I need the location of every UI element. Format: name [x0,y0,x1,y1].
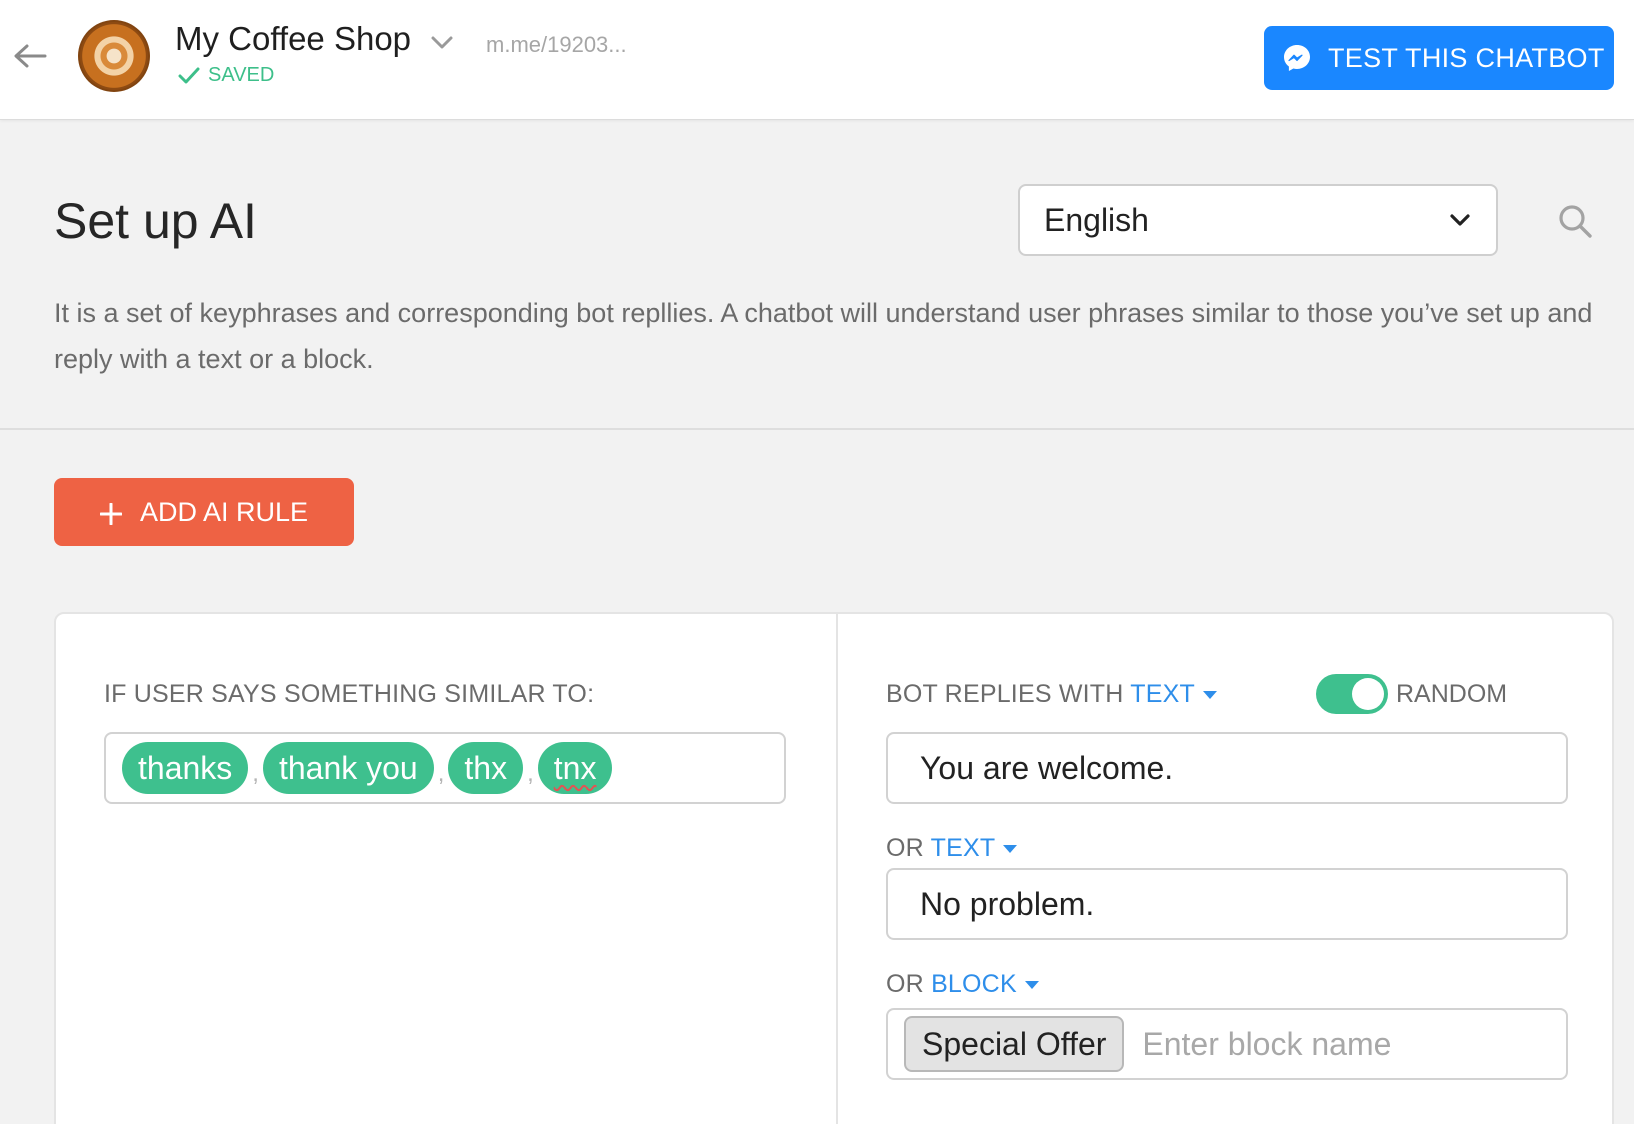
chevron-down-icon [1448,211,1472,229]
reply-type-dropdown[interactable]: TEXT [931,834,1018,862]
caret-down-icon [1202,691,1217,700]
bot-name[interactable]: My Coffee Shop [175,20,411,58]
user-says-label: IF USER SAYS SOMETHING SIMILAR TO: [104,680,595,708]
block-chip[interactable]: Special Offer [904,1016,1125,1072]
phrase-separator: , [437,760,445,787]
bot-link[interactable]: m.me/19203... [486,32,627,58]
bot-replies-prefix: BOT REPLIES WITH [886,680,1124,708]
random-label: RANDOM [1396,680,1508,708]
caret-down-icon [1024,981,1039,990]
reply-text-field-1[interactable]: You are welcome. [886,732,1568,804]
bot-replies-label: BOT REPLIES WITH TEXT [886,674,1217,714]
chevron-down-icon[interactable] [428,30,456,54]
phrase-chip[interactable]: thanks [122,742,249,794]
add-ai-rule-label: ADD AI RULE [140,496,309,527]
ai-rule-card: IF USER SAYS SOMETHING SIMILAR TO: thank… [54,612,1614,1124]
caret-down-icon [1003,845,1018,854]
bot-avatar[interactable] [78,20,150,92]
saved-status: SAVED [178,64,274,87]
plus-icon [99,501,123,526]
or-text-label: OR TEXT [886,828,1018,868]
search-icon[interactable] [1556,202,1594,240]
phrase-chip[interactable]: thank you [262,742,434,794]
messenger-icon [1282,43,1312,73]
section-divider [0,428,1634,430]
phrase-chip[interactable]: thx [448,742,524,794]
page-title: Set up AI [54,193,257,249]
check-icon [178,67,200,85]
phrase-chip[interactable]: tnx [537,742,613,794]
saved-label: SAVED [208,64,275,86]
reply-type-dropdown[interactable]: BLOCK [931,970,1039,998]
reply-type-dropdown[interactable]: TEXT [1130,680,1217,708]
user-phrases-input[interactable]: thanks , thank you , thx , tnx [104,732,786,804]
card-divider [836,614,838,1124]
block-name-input[interactable] [1142,1025,1523,1063]
page-description: It is a set of keyphrases and correspond… [54,298,1593,374]
phrase-chip-text: tnx [553,749,597,786]
or-prefix: OR [886,834,924,862]
block-field[interactable]: Special Offer [886,1008,1568,1080]
phrase-separator: , [252,760,259,787]
reply-type-label: BLOCK [931,970,1017,998]
or-block-label: OR BLOCK [886,964,1039,1004]
language-select[interactable]: English [1018,184,1498,256]
reply-type-label: TEXT [930,834,996,862]
reply-type-label: TEXT [1130,680,1195,708]
test-chatbot-label: TEST THIS CHATBOT [1328,42,1605,73]
back-arrow-icon[interactable] [12,40,48,72]
random-toggle[interactable] [1316,674,1388,714]
language-value: English [1044,201,1149,238]
or-prefix: OR [886,970,924,998]
reply-text-field-2[interactable]: No problem. [886,868,1568,940]
phrase-separator: , [527,760,534,787]
test-chatbot-button[interactable]: TEST THIS CHATBOT [1264,26,1614,90]
toggle-knob [1352,678,1384,710]
top-bar: My Coffee Shop SAVED m.me/19203... TEST … [0,0,1634,120]
add-ai-rule-button[interactable]: ADD AI RULE [54,478,354,546]
